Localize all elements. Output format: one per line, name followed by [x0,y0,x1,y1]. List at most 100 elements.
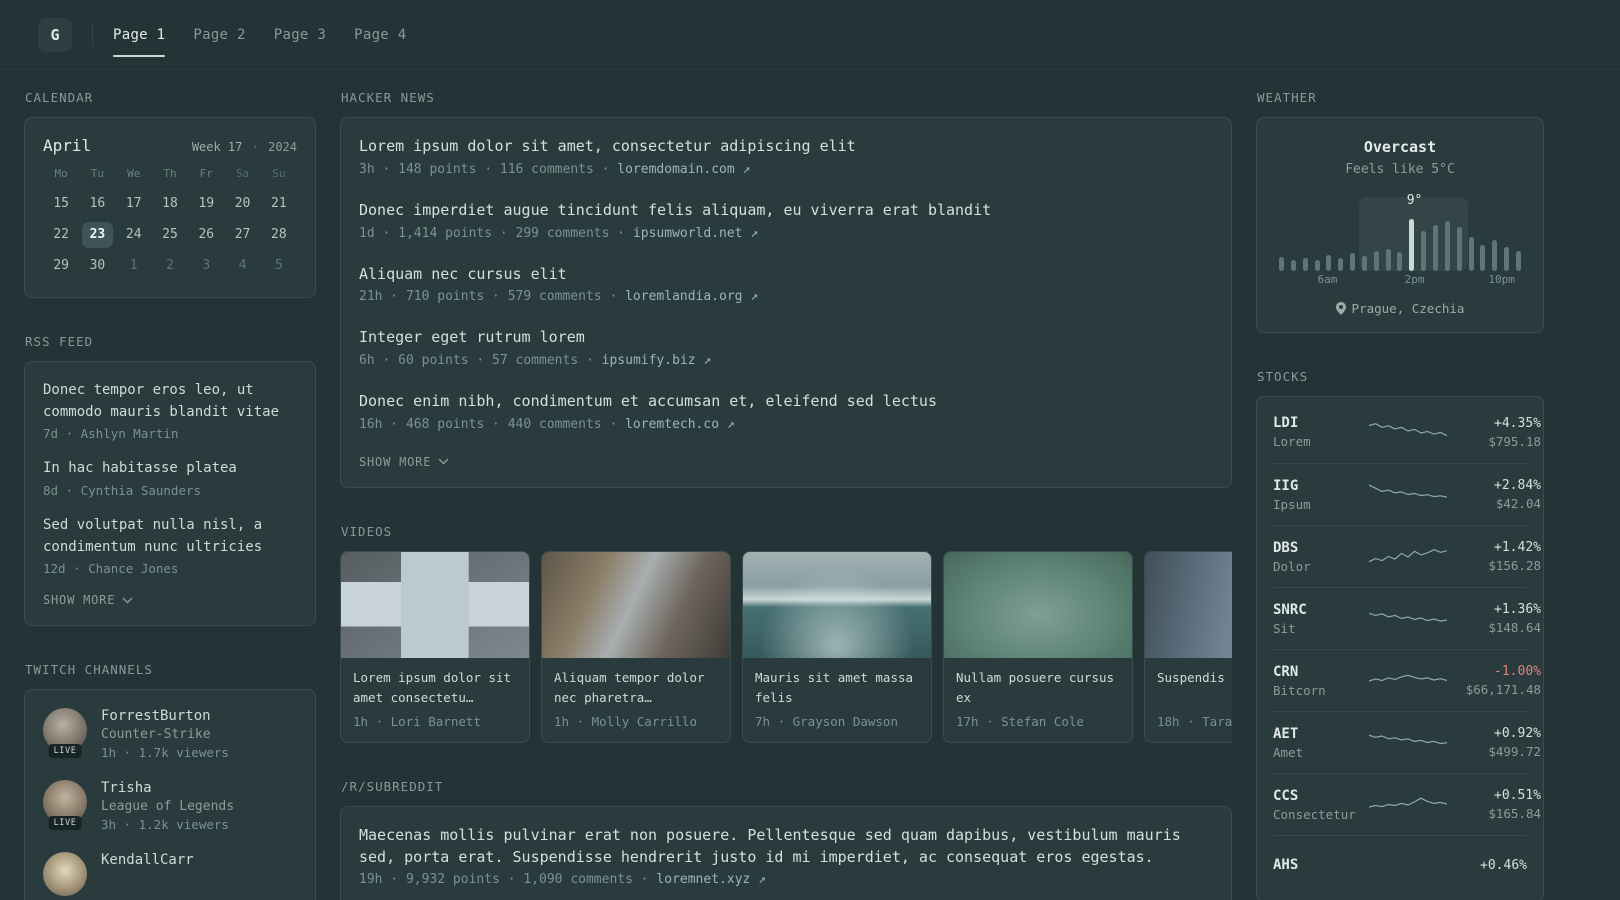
hn-domain-link[interactable]: ipsumify.biz [602,353,696,368]
tab-page-4[interactable]: Page 4 [354,0,406,69]
hn-domain-link[interactable]: loremdomain.com [617,162,734,177]
weather-widget: WEATHER Overcast Feels like 5°C 9° 6am 2… [1256,90,1544,333]
hn-show-more-button[interactable]: SHOW MORE [359,455,1213,469]
hn-item-title[interactable]: Integer eget rutrum lorem [359,327,1213,349]
video-row: Lorem ipsum dolor sit amet consectetu… 1… [340,550,1232,743]
post-title[interactable]: Maecenas mollis pulvinar erat non posuer… [359,825,1213,869]
video-card[interactable]: Aliquam tempor dolor nec pharetra… 1h · … [541,550,731,743]
tab-page-1[interactable]: Page 1 [113,0,166,69]
calendar-day-header: Su [272,167,286,180]
post-domain-link[interactable]: loremnet.xyz [656,872,750,887]
stock-sparkline [1369,417,1447,447]
weather-bar [1504,247,1510,271]
video-title[interactable]: Mauris sit amet massa felis [755,668,919,708]
tab-page-3[interactable]: Page 3 [274,0,326,69]
video-thumbnail[interactable] [944,551,1132,658]
subreddit-post: Maecenas mollis pulvinar erat non posuer… [359,825,1213,888]
calendar-day: 17 [125,196,142,211]
channel-name[interactable]: ForrestBurton [101,708,229,724]
calendar-day-header: We [127,167,141,180]
video-title[interactable]: Suspendis diam [1157,668,1232,708]
weather-location-text: Prague, Czechia [1351,301,1465,316]
calendar-week-label: Week 17 [191,140,243,154]
calendar-month: April [43,136,92,155]
calendar-day-header: Th [163,167,177,180]
channel-game: League of Legends [101,799,235,815]
stock-change: -1.00% [1494,664,1541,679]
channel-name[interactable]: Trisha [101,780,234,796]
external-link-icon: ↗ [742,161,751,177]
video-title[interactable]: Lorem ipsum dolor sit amet consectetu… [353,668,517,708]
video-card[interactable]: Mauris sit amet massa felis 7h · Grayson… [742,550,932,743]
tab-page-2[interactable]: Page 2 [193,0,245,69]
video-card[interactable]: Lorem ipsum dolor sit amet consectetu… 1… [340,550,530,743]
video-thumbnail[interactable] [743,551,931,658]
external-link-icon: ↗ [703,353,712,368]
hn-meta-text: 6h · 60 points · 57 comments · [359,353,602,368]
calendar-year: 2024 [268,140,297,154]
live-badge: LIVE [48,816,82,831]
video-title[interactable]: Nullam posuere cursus ex [956,668,1120,708]
hn-meta-text: 21h · 710 points · 579 comments · [359,289,626,305]
rss-show-more-button[interactable]: SHOW MORE [43,593,297,607]
twitch-channel-row: LIVE Trisha League of Legends 3h · 1.2k … [43,780,297,832]
video-title[interactable]: Aliquam tempor dolor nec pharetra… [554,668,718,708]
video-card[interactable]: Nullam posuere cursus ex 17h · Stefan Co… [943,550,1133,743]
rss-item-title[interactable]: Donec tempor eros leo, ut commodo mauris… [43,380,297,423]
hn-item-title[interactable]: Donec imperdiet augue tincidunt felis al… [359,200,1213,222]
video-card[interactable]: Suspendis diam 18h · Tara [1144,550,1232,743]
stock-row: LDI Lorem +4.35% $795.18 [1273,401,1541,463]
video-thumbnail[interactable] [1145,551,1232,658]
rss-item-title[interactable]: Sed volutpat nulla nisl, a condimentum n… [43,515,297,558]
calendar-day: 2 [166,258,174,273]
calendar-day: 1 [129,258,138,273]
hn-domain-link[interactable]: loremlandia.org [625,289,742,304]
video-meta: 7h · Grayson Dawson [755,713,898,729]
stock-sparkline [1369,728,1447,758]
hn-item-meta: 16h · 468 points · 440 comments · loremt… [359,417,1213,432]
middle-column: HACKER NEWS Lorem ipsum dolor sit amet, … [340,90,1232,900]
stock-price: $148.64 [1488,620,1541,635]
stock-change: +2.84% [1494,478,1541,493]
stock-row: AHS +0.46% [1273,835,1527,897]
stock-row: DBS Dolor +1.42% $156.28 [1273,525,1541,587]
weather-bar [1314,260,1320,271]
hn-item-meta: 21h · 710 points · 579 comments · loreml… [359,289,1213,304]
channel-avatar[interactable]: LIVE [43,708,87,759]
weather-bar [1421,231,1427,271]
weather-bar [1302,258,1308,271]
calendar-day: 24 [125,227,142,242]
hn-item-title[interactable]: Donec enim nibh, condimentum et accumsan… [359,391,1213,413]
channel-avatar[interactable]: LIVE [43,780,87,831]
stock-ticker: IIG [1273,477,1299,494]
weather-bar [1385,249,1391,271]
stock-name: Amet [1273,744,1304,760]
rss-item: Sed volutpat nulla nisl, a condimentum n… [43,515,297,576]
stock-sparkline [1369,666,1447,696]
weather-section-title: WEATHER [1257,90,1317,105]
channel-avatar[interactable] [43,852,87,897]
stock-sparkline [1369,542,1447,572]
rss-section-title: RSS FEED [25,334,94,349]
stock-change: +0.51% [1494,788,1541,803]
hn-item-title[interactable]: Lorem ipsum dolor sit amet, consectetur … [359,136,1213,158]
video-thumbnail[interactable] [341,551,529,658]
twitch-channel-row: LIVE ForrestBurton Counter-Strike 1h · 1… [43,708,297,760]
stock-price: $499.72 [1488,744,1541,759]
stock-change: +4.35% [1494,415,1541,431]
channel-name[interactable]: KendallCarr [101,852,194,868]
stock-change: +1.42% [1494,540,1541,555]
app-logo[interactable]: G [38,17,72,52]
video-thumbnail[interactable] [542,551,730,658]
live-badge: LIVE [48,744,82,759]
calendar-day: 27 [234,227,251,242]
hn-domain-link[interactable]: ipsumworld.net [633,226,743,241]
calendar-day: 26 [198,227,215,242]
videos-widget: VIDEOS Lorem ipsum dolor sit amet consec… [340,524,1232,743]
hn-item-title[interactable]: Aliquam nec cursus elit [359,264,1213,286]
hn-domain-link[interactable]: loremtech.co [625,417,719,432]
stock-change: +0.92% [1494,726,1541,741]
rss-item-title[interactable]: In hac habitasse platea [43,458,297,480]
stock-ticker: SNRC [1273,601,1307,618]
hn-item-meta: 1d · 1,414 points · 299 comments · ipsum… [359,226,1213,241]
